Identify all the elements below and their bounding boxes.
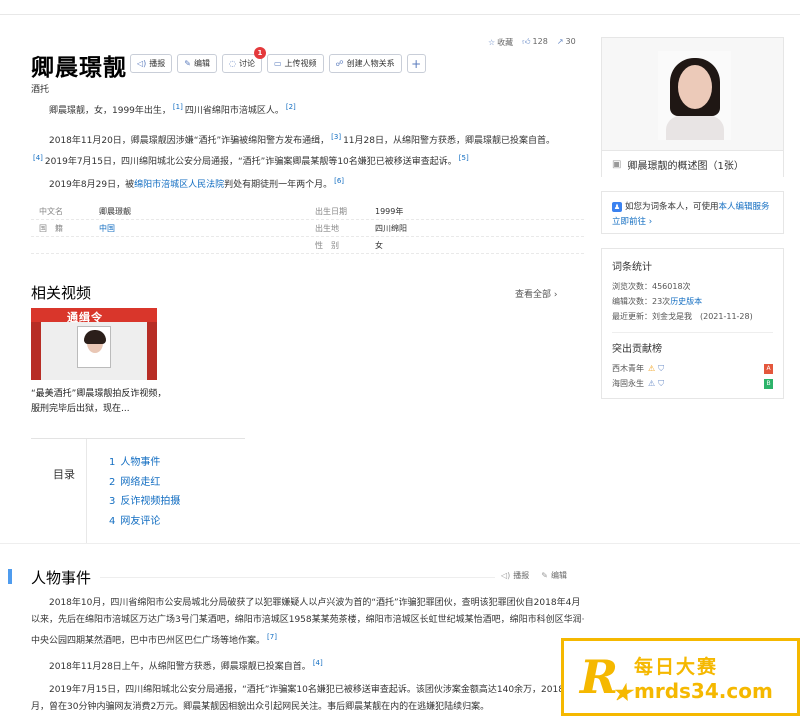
entry-stats-box: 词条统计 浏览次数：456018次 编辑次数：23次历史版本 最近更新：刘金戈是…	[601, 248, 784, 399]
claim-box: ♟ 如您为词条本人，可使用本人编辑服务 立即前往 ›	[601, 191, 784, 234]
broadcast-button[interactable]: ◁) 播报	[130, 54, 173, 73]
section-broadcast-button[interactable]: ◁) 播报	[501, 570, 529, 581]
star-icon: ★	[612, 680, 632, 706]
contributor-item[interactable]: 西木青年 ⚠ ⛉ A	[612, 361, 773, 376]
reference-link[interactable]: [2]	[286, 103, 296, 111]
related-videos-heading: 相关视频	[31, 284, 92, 302]
reference-link[interactable]: [3]	[331, 133, 341, 141]
speaker-icon: ◁)	[137, 59, 147, 68]
watermark-line2: mrds34.com	[634, 678, 773, 703]
thumbnail-logo: 通缉令	[67, 311, 103, 324]
pencil-icon: ✎	[541, 571, 548, 580]
edit-button[interactable]: ✎ 编辑	[177, 54, 217, 73]
title-toolbar: ◁) 播报 ✎ 编辑 ◌ 讨论 1 ▭ 上传视频 ☍ 创建人物关系 +	[130, 47, 426, 73]
reference-link[interactable]: [6]	[334, 177, 344, 185]
stats-heading: 词条统计	[612, 262, 652, 273]
section-tools: ◁) 播报 ✎ 编辑	[501, 570, 567, 581]
court-link[interactable]: 绵阳市涪城区人民法院	[134, 180, 224, 190]
go-now-link[interactable]: 立即前往 ›	[612, 217, 652, 227]
shield-icon: ⛉	[658, 364, 665, 373]
watermark-logo: R ★ 每日大赛 mrds34.com	[561, 638, 800, 716]
entry-stats: ☆ 收藏 👍︎ 128 ↗ 30	[488, 37, 576, 48]
nationality-link[interactable]: 中国	[99, 223, 307, 234]
user-icon: ♟	[612, 202, 622, 212]
share-button[interactable]: ↗ 30	[557, 37, 576, 48]
last-update: 最近更新：刘金戈是我 (2021-11-28)	[612, 312, 753, 321]
self-edit-link[interactable]: 本人编辑服务	[719, 202, 770, 212]
contributor-item[interactable]: 海固永生 ⚠ ⛉ B	[612, 376, 773, 391]
top-divider	[0, 14, 800, 15]
reference-link[interactable]: [4]	[33, 154, 43, 162]
video-icon: ▭	[273, 59, 282, 68]
section-paragraph-2: 2018年11月28日上午，从绵阳警方获悉，卿晨璟靓已投案自首。 [4]	[49, 659, 323, 672]
summary-paragraph-2: 2018年11月20日，卿晨璟靓因涉嫌“酒托”诈骗被绵阳警方发布通缉， [3] 11…	[33, 133, 555, 167]
video-thumbnail[interactable]: 通缉令	[31, 308, 157, 380]
rank-badge: A	[764, 363, 773, 374]
discuss-button[interactable]: ◌ 讨论 1	[221, 47, 266, 73]
summary-paragraph-1: 卿晨璟靓，女，1999年出生， [1] 四川省绵阳市涪城区人。 [2]	[49, 103, 296, 116]
album-card[interactable]: ▣ 卿晨璟靓的概述图（1张）	[601, 37, 784, 177]
summary-paragraph-3: 2019年8月29日，被绵阳市涪城区人民法院判处有期徒刑一年两个月。 [6]	[49, 177, 345, 190]
shield-icon: ⛉	[658, 379, 665, 388]
reference-link[interactable]: [4]	[313, 659, 323, 667]
edit-count: 编辑次数：23次历史版本	[612, 297, 703, 306]
infobox-row: 国 籍中国 出生地 四川绵阳	[31, 220, 584, 237]
reference-link[interactable]: [5]	[459, 154, 469, 162]
favorite-button[interactable]: ☆ 收藏	[488, 37, 513, 48]
add-button[interactable]: +	[406, 54, 426, 73]
section-heading: 人物事件	[31, 569, 92, 587]
like-button[interactable]: 👍︎ 128	[522, 37, 548, 48]
discuss-badge: 1	[253, 47, 266, 59]
page-subtitle: 酒托	[31, 85, 50, 95]
section-marker	[8, 569, 12, 584]
warning-icon: ⚠	[648, 364, 656, 373]
toc-item[interactable]: 4 网友评论	[109, 512, 180, 532]
chat-icon: ◌	[228, 59, 236, 68]
toc-item[interactable]: 2 网络走红	[109, 473, 180, 493]
warning-icon: ⚠	[648, 379, 656, 388]
reference-link[interactable]: [7]	[267, 633, 277, 641]
video-caption[interactable]: “最美酒托”卿晨璟靓拍反诈视频，服刑完毕后出狱，现在...	[31, 387, 171, 417]
speaker-icon: ◁)	[501, 571, 511, 580]
thumbnail-portrait	[77, 326, 111, 368]
infobox: 中文名 卿晨璟靓 出生日期 1999年 国 籍中国 出生地 四川绵阳 性 别女	[31, 203, 584, 254]
table-of-contents: 目录 1 人物事件 2 网络走红 3 反诈视频拍摄 4 网友评论	[31, 438, 245, 543]
people-icon: ☍	[335, 59, 344, 68]
create-relation-button[interactable]: ☍ 创建人物关系	[328, 54, 402, 73]
rank-badge: B	[764, 378, 773, 389]
view-count: 浏览次数：456018次	[612, 282, 691, 291]
section-paragraph-3: 2019年7月15日，四川绵阳城北公安分局通报，“酒托”诈骗案10名嫌犯已被移送…	[31, 685, 585, 712]
toc-item[interactable]: 3 反诈视频拍摄	[109, 492, 180, 512]
upload-video-button[interactable]: ▭ 上传视频	[266, 54, 324, 73]
image-icon: ▣	[612, 158, 622, 170]
view-all-link[interactable]: 查看全部 ›	[515, 287, 557, 300]
infobox-row: 性 别女	[31, 237, 584, 254]
section-edit-button[interactable]: ✎ 编辑	[541, 570, 567, 581]
page-title: 卿晨璟靓	[31, 55, 127, 81]
reference-link[interactable]: [1]	[173, 103, 183, 111]
section-paragraph-1: 2018年10月，四川省绵阳市公安局城北分局破获了以犯罪嫌疑人以卢兴波为首的“酒…	[31, 598, 585, 646]
thumbs-up-icon: 👍︎	[522, 37, 531, 46]
toc-item[interactable]: 1 人物事件	[109, 453, 180, 473]
toc-label: 目录	[53, 468, 75, 481]
album-caption[interactable]: ▣ 卿晨璟靓的概述图（1张）	[602, 150, 783, 177]
contrib-heading: 突出贡献榜	[612, 344, 662, 355]
pencil-icon: ✎	[184, 59, 191, 68]
share-icon: ↗	[556, 37, 564, 46]
watermark-line1: 每日大赛	[634, 655, 719, 678]
star-icon: ☆	[488, 38, 496, 47]
history-link[interactable]: 历史版本	[670, 297, 702, 306]
infobox-row: 中文名 卿晨璟靓 出生日期 1999年	[31, 203, 584, 220]
